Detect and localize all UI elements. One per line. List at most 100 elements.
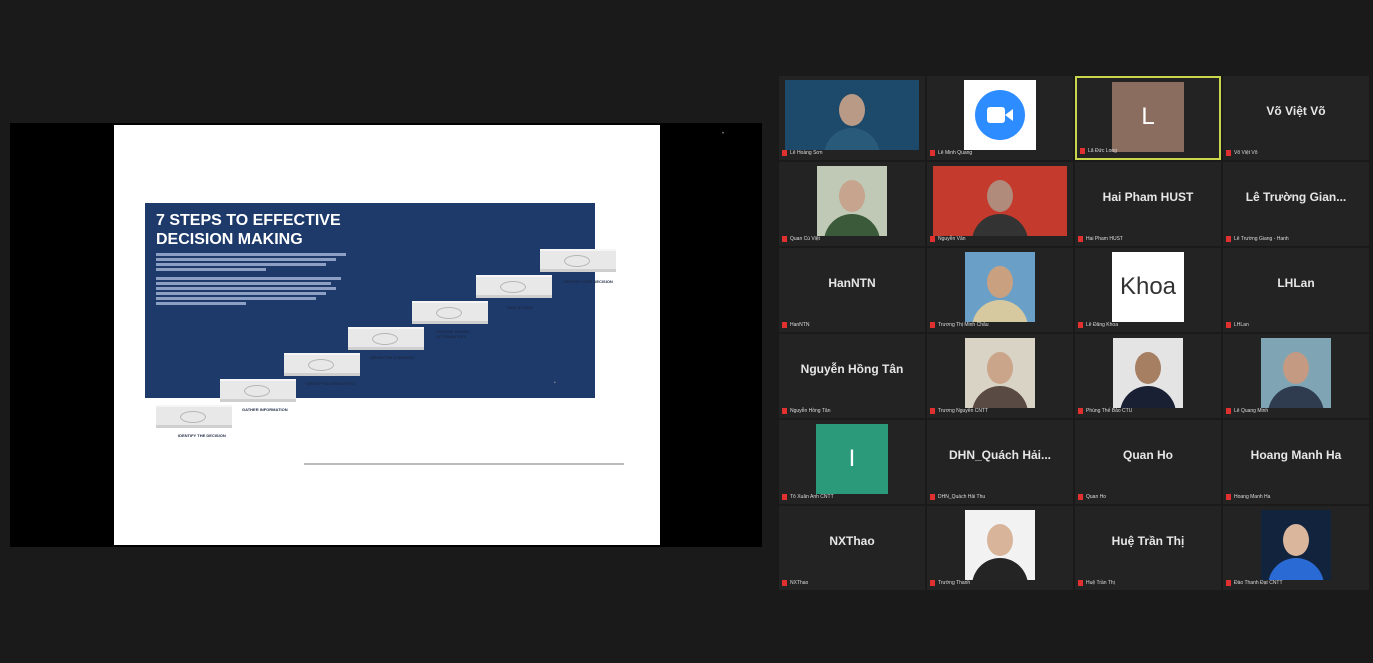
mic-muted-icon [1226, 235, 1231, 242]
person-body [1268, 386, 1324, 408]
participant-tile[interactable]: Lê Quang Minh [1223, 334, 1369, 418]
participant-tile[interactable]: Trương Nguyễn CNTT [927, 334, 1073, 418]
person-body [824, 214, 880, 236]
mic-muted-icon [930, 407, 935, 414]
participant-tile[interactable]: Nguyễn Văn [927, 162, 1073, 246]
person-face [839, 180, 865, 212]
participant-tile[interactable]: Võ Việt Võ Võ Việt Võ [1223, 76, 1369, 160]
participant-display-name: Hoang Manh Ha [1250, 448, 1342, 462]
participant-name-caption: Lê Hoàng Sơn [782, 148, 922, 158]
caption-text: Hai Pham HUST [1086, 236, 1123, 242]
participant-name-caption: NXThao [782, 578, 922, 588]
zoom-logo-icon [964, 80, 1036, 150]
presentation-slide: 7 STEPS TO EFFECTIVE DECISION MAKING IDE… [114, 125, 660, 545]
participant-tile[interactable]: L Lã Đức Long [1075, 76, 1221, 160]
caption-text: Lê Trường Giang - Hanh [1234, 236, 1289, 242]
slide-title-line-2: DECISION MAKING [156, 231, 303, 248]
participant-video [1113, 338, 1183, 408]
participant-name-caption: Hoang Manh Ha [1226, 492, 1366, 502]
mic-muted-icon [782, 149, 787, 156]
mic-muted-icon [1080, 147, 1085, 154]
caption-text: Nguyễn Hồng Tân [790, 408, 831, 414]
participant-display-name: Hai Pham HUST [1102, 190, 1194, 204]
participant-name-caption: Phùng Thế Bảo CTU [1078, 406, 1218, 416]
mic-muted-icon [930, 149, 935, 156]
mic-muted-icon [782, 321, 787, 328]
mic-muted-icon [930, 235, 935, 242]
participant-name-caption: Lê Quang Minh [1226, 406, 1366, 416]
participant-tile[interactable]: LHLan LHLan [1223, 248, 1369, 332]
participant-name-caption: Lã Đức Long [1080, 146, 1216, 156]
mic-muted-icon [930, 493, 935, 500]
step-ring [500, 281, 526, 293]
caption-text: DHN_Quách Hải Thu [938, 494, 986, 500]
caption-text: Lê Đăng Khoa [1086, 322, 1118, 328]
caption-text: Trương Nguyễn CNTT [938, 408, 989, 414]
participant-tile[interactable]: Huệ Trần Thị Huệ Trần Thị [1075, 506, 1221, 590]
mic-muted-icon [1078, 407, 1083, 414]
step-ring [308, 359, 334, 371]
participant-tile[interactable]: DHN_Quách Hải... DHN_Quách Hải Thu [927, 420, 1073, 504]
participant-tile[interactable]: NXThao NXThao [779, 506, 925, 590]
participant-name-caption: Nguyễn Hồng Tân [782, 406, 922, 416]
participant-tile[interactable]: Lê Minh Quang [927, 76, 1073, 160]
participant-video [785, 80, 919, 150]
participant-tile[interactable]: Lê Hoàng Sơn [779, 76, 925, 160]
participant-tile[interactable]: Trường Thanh [927, 506, 1073, 590]
step-block-7 [540, 249, 616, 269]
mic-muted-icon [930, 321, 935, 328]
person-body [972, 558, 1028, 580]
participant-tile[interactable]: Quan Ho Quan Ho [1075, 420, 1221, 504]
avatar: I [816, 424, 888, 494]
participant-tile[interactable]: Lê Trường Gian... Lê Trường Giang - Hanh [1223, 162, 1369, 246]
caption-text: Quan Cù Việt [790, 236, 820, 242]
step-label-7: REVIEW YOUR DECISION [564, 279, 613, 284]
participant-tile[interactable]: Trương Thị Minh Châu [927, 248, 1073, 332]
caption-text: Huệ Trần Thị [1086, 580, 1115, 586]
person-body [972, 386, 1028, 408]
participant-video [1261, 510, 1331, 580]
participant-display-name: NXThao [829, 534, 875, 548]
participant-tile[interactable]: Khoa Lê Đăng Khoa [1075, 248, 1221, 332]
step-label-5: CHOOSE AMONG ALTERNATIVES [436, 329, 470, 339]
participant-display-name: Nguyễn Hồng Tân [800, 362, 904, 376]
caption-text: Lê Minh Quang [938, 150, 973, 156]
participant-tile[interactable]: Phùng Thế Bảo CTU [1075, 334, 1221, 418]
meeting-window: 7 STEPS TO EFFECTIVE DECISION MAKING IDE… [0, 0, 1373, 663]
participant-name-caption: Huệ Trần Thị [1078, 578, 1218, 588]
caption-text: Lê Quang Minh [1234, 408, 1269, 414]
step-block-6 [476, 275, 552, 295]
shared-screen: 7 STEPS TO EFFECTIVE DECISION MAKING IDE… [10, 123, 762, 547]
person-body [972, 300, 1028, 322]
participant-tile[interactable]: Hai Pham HUST Hai Pham HUST [1075, 162, 1221, 246]
person-body [824, 128, 880, 150]
step-block-4 [348, 327, 424, 347]
mic-muted-icon [1226, 493, 1231, 500]
mic-muted-icon [1078, 579, 1083, 586]
caption-text: Phùng Thế Bảo CTU [1086, 408, 1133, 414]
participant-display-name: LHLan [1277, 276, 1315, 290]
caption-text: Võ Việt Võ [1234, 150, 1258, 156]
participant-tile[interactable]: I Tô Xuân Anh CNTT [779, 420, 925, 504]
participant-tile[interactable]: Quan Cù Việt [779, 162, 925, 246]
participant-name-caption: Võ Việt Võ [1226, 148, 1366, 158]
caption-text: Lê Hoàng Sơn [790, 150, 823, 156]
step-label-1: IDENTIFY THE DECISION [178, 433, 226, 438]
participant-tile[interactable]: Nguyễn Hồng Tân Nguyễn Hồng Tân [779, 334, 925, 418]
mic-muted-icon [782, 235, 787, 242]
participant-tile[interactable]: HanNTN HanNTN [779, 248, 925, 332]
mic-muted-icon [1226, 321, 1231, 328]
participant-display-name: HanNTN [828, 276, 876, 290]
mic-muted-icon [1226, 149, 1231, 156]
participant-tile[interactable]: Đào Thanh Đạt CNTT [1223, 506, 1369, 590]
slide-body-text [156, 253, 356, 307]
slide-title: 7 STEPS TO EFFECTIVE DECISION MAKING [156, 211, 456, 249]
participant-video [933, 166, 1067, 236]
step-label-2: GATHER INFORMATION [242, 407, 288, 412]
caption-text: Hoang Manh Ha [1234, 494, 1271, 500]
participant-tile[interactable]: Hoang Manh Ha Hoang Manh Ha [1223, 420, 1369, 504]
step-ring [244, 385, 270, 397]
step-block-5 [412, 301, 488, 321]
caption-text: Trương Thị Minh Châu [938, 322, 989, 328]
step-ring [372, 333, 398, 345]
